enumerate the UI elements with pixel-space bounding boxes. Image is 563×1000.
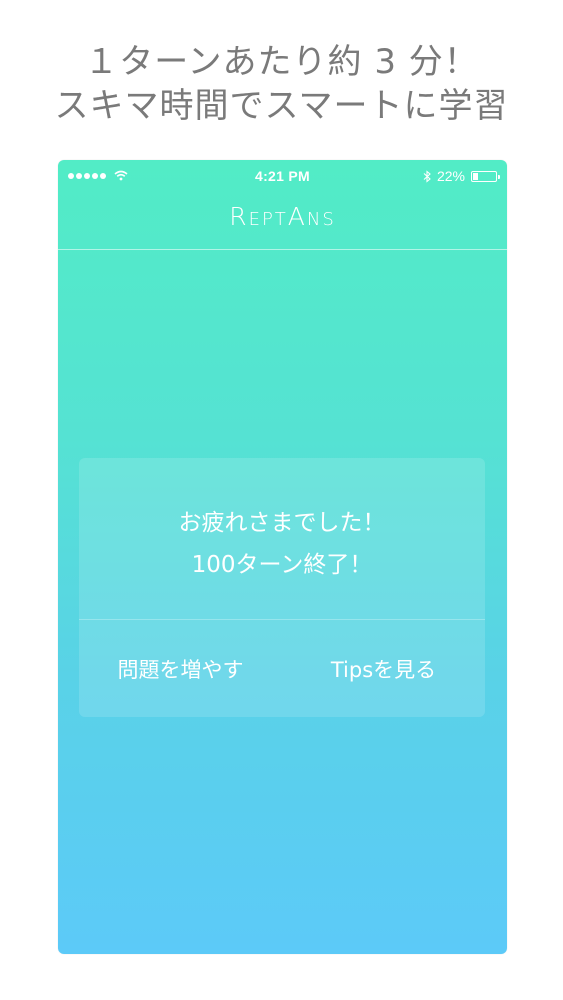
- dialog-line-1: お疲れさまでした！: [178, 510, 386, 536]
- promo-header: １ターンあたり約 3 分！ スキマ時間でスマートに学習: [0, 40, 563, 128]
- add-questions-button[interactable]: 問題を増やす: [79, 620, 282, 717]
- dialog-line-2: 100ターン終了！: [191, 552, 373, 578]
- app-title: ReptAns: [229, 202, 336, 231]
- battery-level: [473, 172, 478, 180]
- phone-screen: 4:21 PM 22% ReptAns お疲れさまでした！ 100ターン終了！ …: [58, 160, 507, 954]
- promo-line-2: スキマ時間でスマートに学習: [54, 86, 509, 126]
- dialog-message: お疲れさまでした！ 100ターン終了！: [79, 502, 485, 586]
- navigation-bar: ReptAns: [58, 194, 507, 250]
- status-right: 22%: [423, 168, 500, 184]
- completion-dialog: お疲れさまでした！ 100ターン終了！ 問題を増やす Tipsを見る: [79, 458, 485, 717]
- view-tips-button[interactable]: Tipsを見る: [282, 620, 485, 717]
- status-bar: 4:21 PM 22%: [58, 160, 507, 194]
- bluetooth-icon: [423, 169, 431, 183]
- promo-line-1: １ターンあたり約 3 分！: [84, 42, 479, 82]
- battery-icon: [471, 170, 500, 182]
- battery-percent: 22%: [436, 168, 465, 184]
